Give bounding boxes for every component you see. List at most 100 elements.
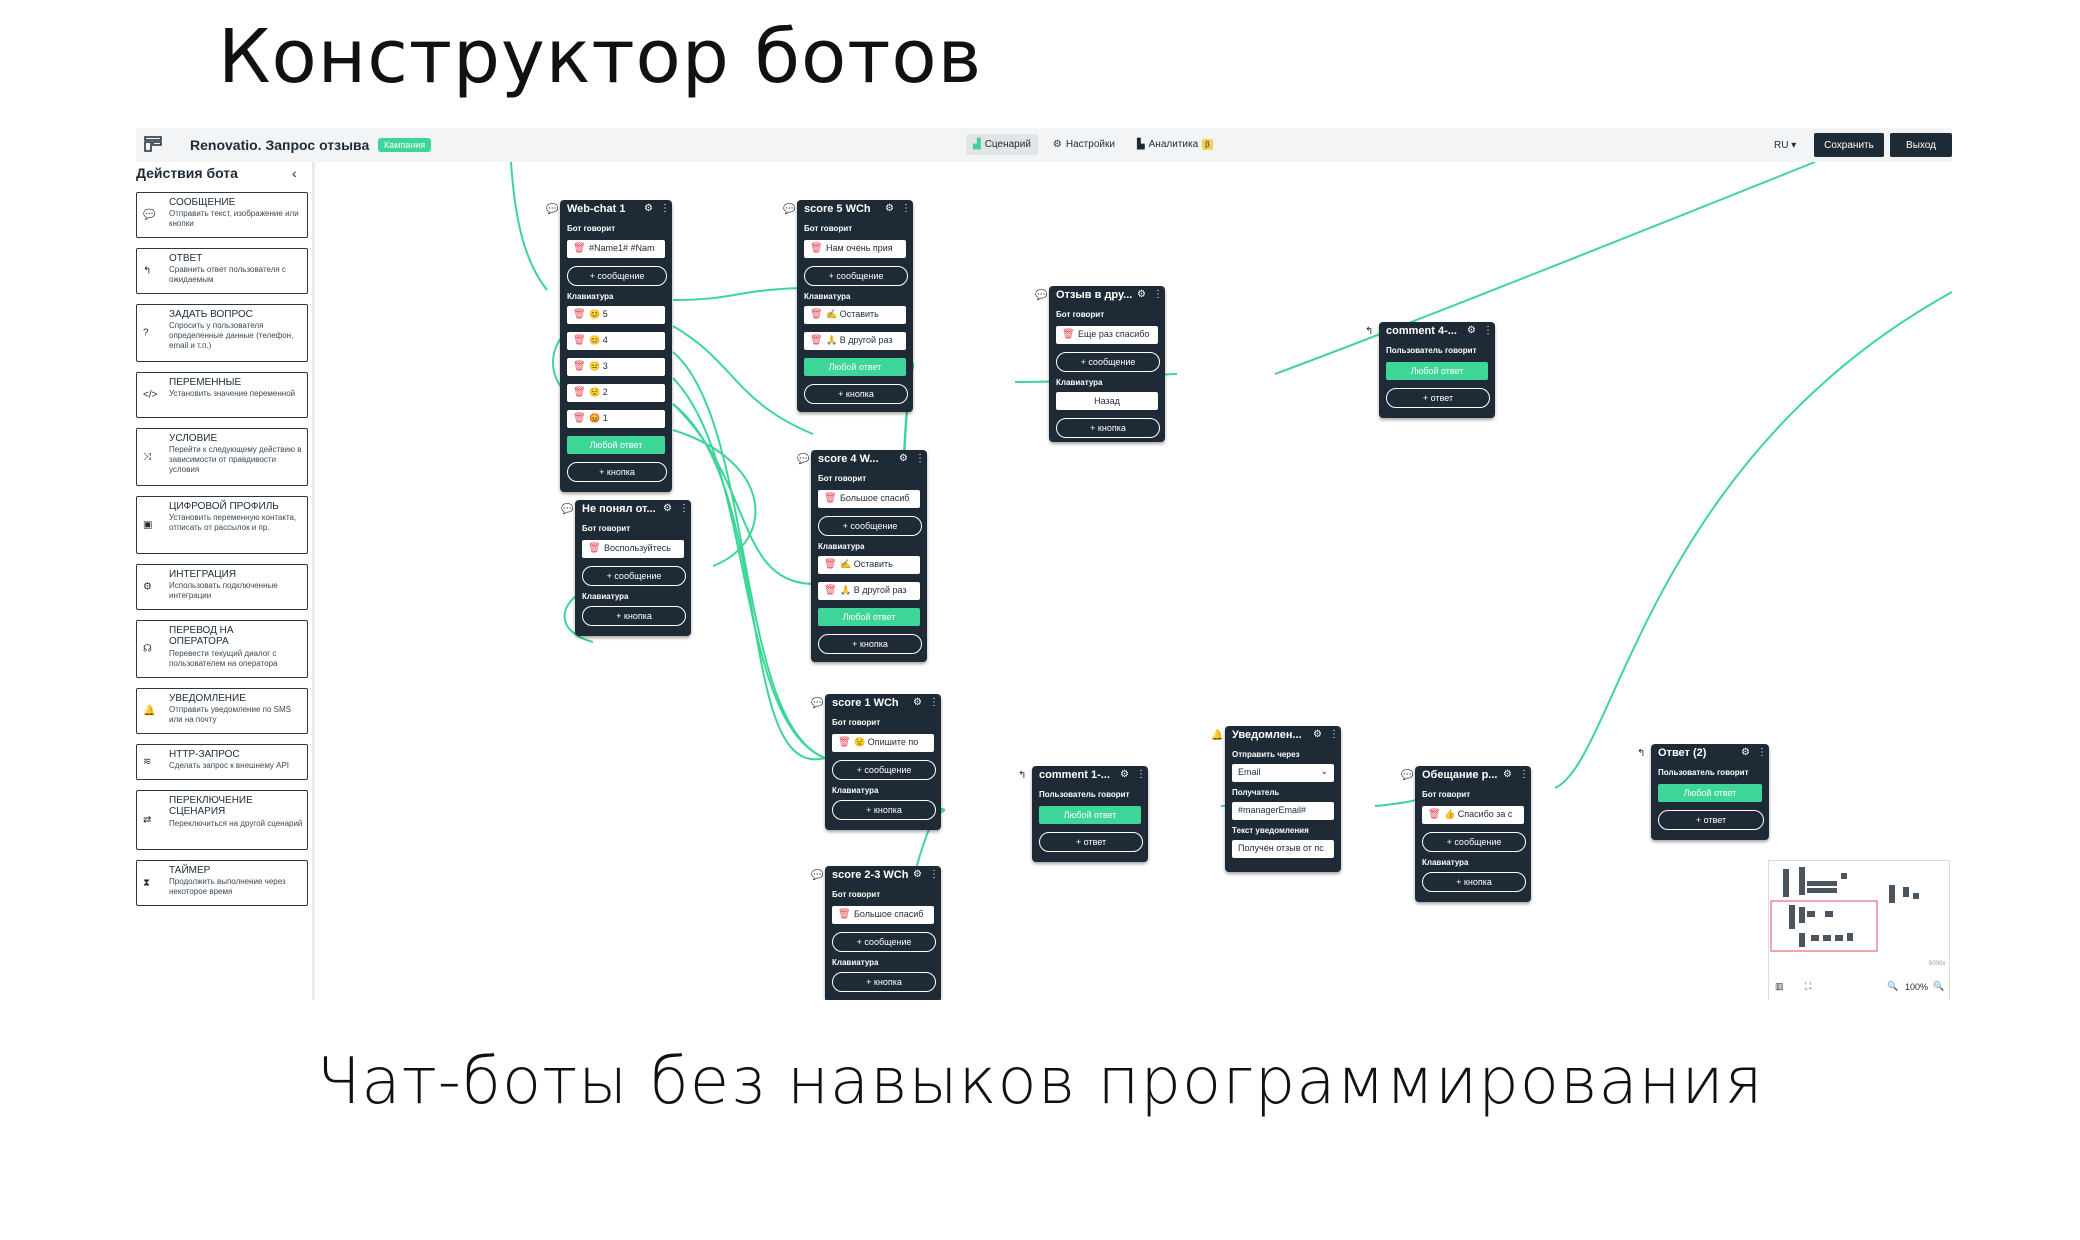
delete-icon[interactable]: 🗑 <box>573 243 586 254</box>
map-icon[interactable]: ▥ <box>1775 981 1784 992</box>
node-settings-icon[interactable]: ⚙ <box>1503 769 1512 780</box>
node-comment1[interactable]: ↰ comment 1-... ⚙ ⋮ Пользователь говорит… <box>1018 766 1148 862</box>
zoom-in-icon[interactable]: 🔍 <box>1933 981 1944 992</box>
message-field[interactable]: 🗑 Нам очень прия <box>804 240 906 258</box>
node-menu-icon[interactable]: ⋮ <box>1136 769 1146 780</box>
action-notification[interactable]: 🔔 УВЕДОМЛЕНИЕ Отправить уведомление по SMS… <box>136 688 308 734</box>
delete-icon[interactable]: 🗑 <box>573 387 586 398</box>
message-field[interactable]: 🗑 Еще раз спасибо <box>1056 326 1158 344</box>
add-message-button[interactable]: + сообщение <box>567 266 667 286</box>
node-menu-icon[interactable]: ⋮ <box>660 203 670 214</box>
keyboard-button-2[interactable]: 🗑 😟 2 <box>567 384 665 402</box>
action-ask-question[interactable]: ? ЗАДАТЬ ВОПРОС Спросить у пользователя оп… <box>136 304 308 362</box>
app-logo-icon[interactable] <box>144 135 162 153</box>
language-select[interactable]: RU ▾ <box>1774 140 1796 151</box>
node-settings-icon[interactable]: ⚙ <box>644 203 653 214</box>
action-timer[interactable]: ⧗ ТАЙМЕР Продолжить выполнение через некот… <box>136 860 308 906</box>
action-condition[interactable]: ⤨ УСЛОВИЕ Перейти к следующему действию в … <box>136 428 308 486</box>
add-message-button[interactable]: + сообщение <box>804 266 908 286</box>
add-keyboard-button[interactable]: + кнопка <box>832 972 936 992</box>
node-menu-icon[interactable]: ⋮ <box>1483 325 1493 336</box>
node-menu-icon[interactable]: ⋮ <box>1519 769 1529 780</box>
node-promise[interactable]: 💬 Обещание р... ⚙ ⋮ Бот говорит 🗑 👍 Спаси… <box>1401 766 1531 902</box>
any-answer-button[interactable]: Любой ответ <box>1658 784 1762 802</box>
tab-scenario[interactable]: ▟ Сценарий <box>966 134 1038 155</box>
node-settings-icon[interactable]: ⚙ <box>663 503 672 514</box>
fullscreen-icon[interactable]: ⛶ <box>1805 981 1811 992</box>
add-keyboard-button[interactable]: + кнопка <box>582 606 686 626</box>
delete-icon[interactable]: 🗑 <box>573 335 586 346</box>
action-switch-scenario[interactable]: ⇄ ПЕРЕКЛЮЧЕНИЕ СЦЕНАРИЯ Переключиться на д… <box>136 790 308 850</box>
delete-icon[interactable]: 🗑 <box>838 909 851 920</box>
add-answer-button[interactable]: + ответ <box>1658 810 1764 830</box>
add-keyboard-button[interactable]: + кнопка <box>567 462 667 482</box>
node-menu-icon[interactable]: ⋮ <box>679 503 689 514</box>
action-digital-profile[interactable]: ▣ ЦИФРОВОЙ ПРОФИЛЬ Установить переменную к… <box>136 496 308 554</box>
delete-icon[interactable]: 🗑 <box>573 361 586 372</box>
any-answer-button[interactable]: Любой ответ <box>818 608 920 626</box>
node-comment4[interactable]: ↰ comment 4-... ⚙ ⋮ Пользователь говорит… <box>1365 322 1495 418</box>
message-field[interactable]: 🗑 #Name1# #Nam <box>567 240 665 258</box>
node-settings-icon[interactable]: ⚙ <box>913 869 922 880</box>
any-answer-button[interactable]: Любой ответ <box>804 358 906 376</box>
add-message-button[interactable]: + сообщение <box>1422 832 1526 852</box>
node-score4[interactable]: 💬 score 4 W... ⚙ ⋮ Бот говорит 🗑 Большое … <box>797 450 927 662</box>
tab-analytics[interactable]: ▙ Аналитика β <box>1130 134 1220 155</box>
delete-icon[interactable]: 🗑 <box>824 559 837 570</box>
node-score1[interactable]: 💬 score 1 WCh ⚙ ⋮ Бот говорит 🗑 😟 Опишите… <box>811 694 941 830</box>
action-variables[interactable]: </> ПЕРЕМЕННЫЕ Установить значение перемен… <box>136 372 308 418</box>
message-field[interactable]: 🗑 Большое спасиб <box>832 906 934 924</box>
action-message[interactable]: 💬 СООБЩЕНИЕ Отправить текст, изображение и… <box>136 192 308 238</box>
keyboard-button-1[interactable]: 🗑 😡 1 <box>567 410 665 428</box>
delete-icon[interactable]: 🗑 <box>588 543 601 554</box>
node-settings-icon[interactable]: ⚙ <box>1137 289 1146 300</box>
message-field[interactable]: 🗑 😟 Опишите по <box>832 734 934 752</box>
message-field[interactable]: 🗑 Большое спасиб <box>818 490 920 508</box>
channel-select[interactable]: Email ⌄ <box>1232 764 1334 782</box>
add-keyboard-button[interactable]: + кнопка <box>1422 872 1526 892</box>
back-button[interactable]: Назад <box>1056 392 1158 410</box>
delete-icon[interactable]: 🗑 <box>810 243 823 254</box>
minimap[interactable]: ▥ ⛶ 🔍 100% 🔍 5000x <box>1768 860 1950 1000</box>
action-answer[interactable]: ↰ ОТВЕТ Сравнить ответ пользователя с ожид… <box>136 248 308 294</box>
node-score23[interactable]: 💬 score 2-3 WCh ⚙ ⋮ Бот говорит 🗑 Большое… <box>811 866 941 1000</box>
node-menu-icon[interactable]: ⋮ <box>929 697 939 708</box>
any-answer-button[interactable]: Любой ответ <box>1039 806 1141 824</box>
node-settings-icon[interactable]: ⚙ <box>1467 325 1476 336</box>
node-settings-icon[interactable]: ⚙ <box>899 453 908 464</box>
delete-icon[interactable]: 🗑 <box>1062 329 1075 340</box>
recipient-field[interactable]: #managerEmail# <box>1232 802 1334 820</box>
save-button[interactable]: Сохранить <box>1814 133 1884 157</box>
action-transfer-operator[interactable]: ☊ ПЕРЕВОД НА ОПЕРАТОРА Перевести текущий д… <box>136 620 308 678</box>
bot-title[interactable]: Renovatio. Запрос отзыва <box>190 137 369 153</box>
add-message-button[interactable]: + сообщение <box>1056 352 1160 372</box>
scenario-canvas[interactable]: 💬 Web-chat 1 ⚙ ⋮ Бот говорит 🗑 #Name1# #N… <box>315 162 1952 1000</box>
node-answer2[interactable]: ↰ Ответ (2) ⚙ ⋮ Пользователь говорит Люб… <box>1637 744 1769 840</box>
add-message-button[interactable]: + сообщение <box>832 932 936 952</box>
message-field[interactable]: 🗑 👍 Спасибо за с <box>1422 806 1524 824</box>
message-field[interactable]: 🗑 Воспользуйтесь <box>582 540 684 558</box>
keyboard-button-leave[interactable]: 🗑 ✍ Оставить <box>818 556 920 574</box>
delete-icon[interactable]: 🗑 <box>810 335 823 346</box>
keyboard-button-leave[interactable]: 🗑 ✍ Оставить <box>804 306 906 324</box>
add-keyboard-button[interactable]: + кнопка <box>1056 418 1160 438</box>
node-menu-icon[interactable]: ⋮ <box>915 453 925 464</box>
delete-icon[interactable]: 🗑 <box>573 309 586 320</box>
delete-icon[interactable]: 🗑 <box>838 737 851 748</box>
node-settings-icon[interactable]: ⚙ <box>1313 729 1322 740</box>
node-menu-icon[interactable]: ⋮ <box>929 869 939 880</box>
keyboard-button-4[interactable]: 🗑 😊 4 <box>567 332 665 350</box>
node-menu-icon[interactable]: ⋮ <box>1757 747 1767 758</box>
add-message-button[interactable]: + сообщение <box>818 516 922 536</box>
zoom-out-icon[interactable]: 🔍 <box>1887 981 1898 992</box>
keyboard-button-3[interactable]: 🗑 😐 3 <box>567 358 665 376</box>
node-notification[interactable]: 🔔 Уведомлен... ⚙ ⋮ Отправить через Email… <box>1211 726 1341 872</box>
node-settings-icon[interactable]: ⚙ <box>913 697 922 708</box>
notification-text-field[interactable]: Получен отзыв от пс <box>1232 840 1334 858</box>
add-keyboard-button[interactable]: + кнопка <box>804 384 908 404</box>
node-menu-icon[interactable]: ⋮ <box>1153 289 1163 300</box>
keyboard-button-5[interactable]: 🗑 😊 5 <box>567 306 665 324</box>
add-answer-button[interactable]: + ответ <box>1039 832 1143 852</box>
node-score5[interactable]: 💬 score 5 WCh ⚙ ⋮ Бот говорит 🗑 Нам очень… <box>783 200 913 412</box>
action-integration[interactable]: ⚙ ИНТЕГРАЦИЯ Использовать подключенные инт… <box>136 564 308 610</box>
